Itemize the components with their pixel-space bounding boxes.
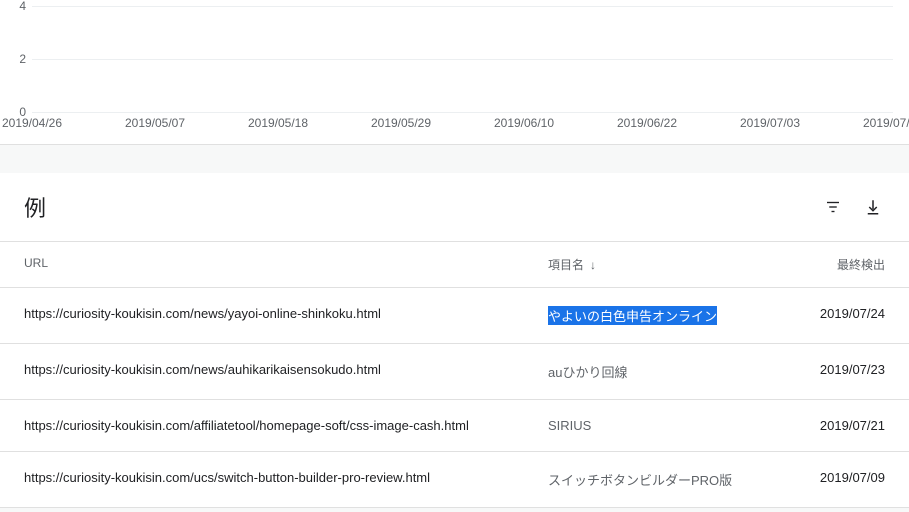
filter-icon[interactable] [821, 195, 845, 219]
sort-arrow-icon: ↓ [590, 258, 596, 272]
chart-card: 024 2019/04/26 2019/05/07 2019/05/18 2019/0… [0, 0, 909, 145]
x-tick: 2019/05/18 [248, 116, 308, 130]
x-tick: 2019/05/29 [371, 116, 431, 130]
row-name: やよいの白色申告オンライン [548, 306, 785, 325]
row-url: https://curiosity-koukisin.com/news/yayo… [24, 306, 548, 321]
table-row[interactable]: https://curiosity-koukisin.com/news/auhi… [0, 344, 909, 400]
row-name: スイッチボタンビルダーPRO版 [548, 470, 785, 489]
bars [32, 6, 893, 112]
table-row[interactable]: https://curiosity-koukisin.com/ucs/switc… [0, 452, 909, 508]
row-date: 2019/07/21 [785, 418, 885, 433]
y-tick: 4 [19, 0, 26, 13]
y-axis: 024 [8, 6, 32, 112]
col-date-header[interactable]: 最終検出 [785, 256, 885, 273]
y-tick: 2 [19, 52, 26, 66]
row-url: https://curiosity-koukisin.com/news/auhi… [24, 362, 548, 377]
row-date: 2019/07/23 [785, 362, 885, 377]
x-axis: 2019/04/262019/05/072019/05/182019/05/29… [32, 112, 893, 134]
table-row[interactable]: https://curiosity-koukisin.com/news/yayo… [0, 288, 909, 344]
table-header: 例 [0, 173, 909, 242]
x-tick: 2019/06/22 [617, 116, 677, 130]
row-url: https://curiosity-koukisin.com/ucs/switc… [24, 470, 548, 485]
row-date: 2019/07/24 [785, 306, 885, 321]
col-url-header[interactable]: URL [24, 256, 548, 273]
row-date: 2019/07/09 [785, 470, 885, 485]
example-table-card: 例 URL 項目名 ↓ 最終検出 https://curiosity-kouki… [0, 173, 909, 508]
x-tick: 2019/07/03 [740, 116, 800, 130]
chart: 024 2019/04/262019/05/072019/05/182019/0… [8, 6, 901, 134]
col-name-label: 項目名 [548, 256, 584, 273]
row-url: https://curiosity-koukisin.com/affiliate… [24, 418, 548, 433]
column-headers: URL 項目名 ↓ 最終検出 [0, 242, 909, 288]
row-name: SIRIUS [548, 418, 785, 433]
x-tick: 2019/05/07 [125, 116, 185, 130]
highlighted-text: やよいの白色申告オンライン [548, 306, 717, 325]
x-tick: 2019/04/26 [2, 116, 62, 130]
x-tick: 2019/06/10 [494, 116, 554, 130]
col-name-header[interactable]: 項目名 ↓ [548, 256, 785, 273]
x-tick: 2019/07/14 [863, 116, 909, 130]
table-title: 例 [24, 191, 805, 223]
download-icon[interactable] [861, 195, 885, 219]
plot-area [32, 6, 893, 112]
table-row[interactable]: https://curiosity-koukisin.com/affiliate… [0, 400, 909, 452]
row-name: auひかり回線 [548, 362, 785, 381]
